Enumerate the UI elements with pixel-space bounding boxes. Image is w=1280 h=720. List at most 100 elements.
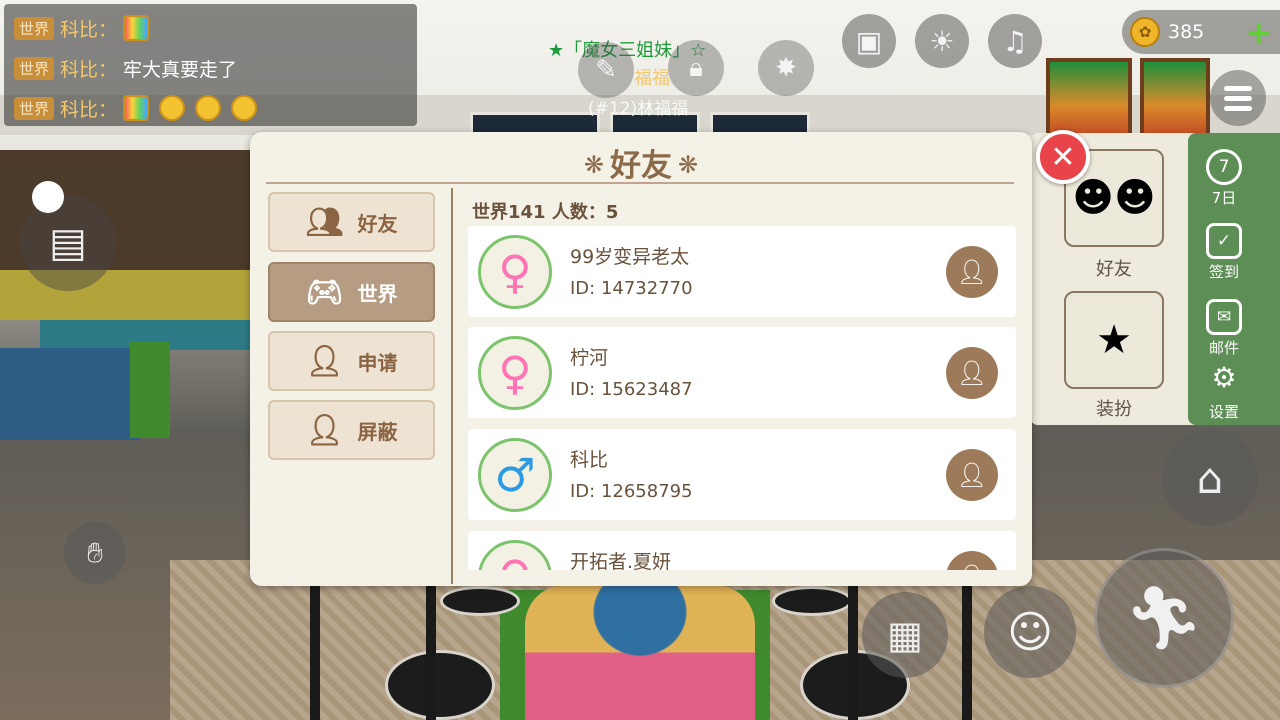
player-id: ID: 14732770 (570, 278, 693, 299)
tab-blocked[interactable]: 👤︎ 屏蔽 (268, 400, 435, 460)
add-friend-icon[interactable]: 👤︎ (946, 347, 998, 399)
chat-channel-tag: 世界 (14, 96, 55, 120)
laugh-emoji-icon (195, 95, 222, 121)
friends-tile-label: 好友 (1096, 259, 1132, 280)
joystick-handle[interactable] (32, 181, 64, 213)
gear-icon: ⚙ (1211, 361, 1237, 394)
hand-icon[interactable]: ✋︎ (64, 522, 126, 584)
chat-sender: 科比： (60, 18, 118, 41)
tab-label: 世界 (357, 281, 398, 306)
tab-world[interactable]: 🎮︎ 世界 (268, 262, 435, 322)
flag-emoji-icon (123, 15, 150, 41)
player-character (525, 585, 755, 720)
laugh-emoji-icon (231, 95, 258, 121)
coin-count: 385 (1168, 21, 1205, 43)
paw-icon: ❋ (583, 151, 604, 179)
cat-emote-icon[interactable]: ☺ (984, 586, 1076, 678)
close-button[interactable]: ✕ (1036, 130, 1090, 184)
fireworks-icon[interactable]: ✸ (758, 40, 814, 96)
tab-requests[interactable]: 👤︎ 申请 (268, 331, 435, 391)
coin-icon: ✿ (1130, 17, 1160, 47)
laugh-emoji-icon (159, 95, 186, 121)
checkin-button[interactable]: ✓ 签到 (1188, 223, 1260, 282)
block (130, 342, 170, 438)
map-icon[interactable]: ▦ (862, 592, 948, 678)
menu-button[interactable] (1210, 70, 1266, 126)
side-label: 7日 (1211, 189, 1237, 207)
block (0, 348, 140, 440)
menu-bar (1224, 105, 1252, 111)
chat-line: 世界 科比： 牢大真要走了 (14, 48, 407, 88)
player-id: ID: 15623487 (570, 379, 693, 400)
gamepad-icon: 🎮︎ (305, 274, 344, 310)
jump-icon[interactable]: 🏃︎ (1094, 548, 1234, 688)
player-name: 科比 (570, 449, 609, 471)
chat-line: 世界 科比： (14, 8, 407, 48)
side-label: 设置 (1208, 403, 1239, 421)
seven-day-button[interactable]: 7 7日 (1188, 149, 1260, 208)
friends-icon: 👥︎ (305, 204, 344, 240)
pole (848, 586, 858, 720)
chat-message: 牢大真要走了 (123, 58, 238, 81)
brightness-icon[interactable]: ☀ (915, 14, 969, 68)
stool (385, 650, 495, 720)
add-friend-icon[interactable]: 👤︎ (946, 449, 998, 501)
list-item[interactable]: ♂ 科比 ID: 12658795 👤︎ (468, 429, 1016, 520)
camera-icon[interactable]: ▣ (842, 14, 896, 68)
female-icon: ♀ (478, 540, 552, 570)
tab-label: 申请 (357, 350, 398, 375)
list-item[interactable]: ♀ 柠河 ID: 15623487 👤︎ (468, 327, 1016, 418)
female-icon: ♀ (478, 235, 552, 309)
title-divider (266, 182, 1014, 184)
stool (440, 586, 520, 616)
chat-panel[interactable]: 世界 科比： 世界 科比： 牢大真要走了 世界 科比： (4, 4, 417, 126)
player-name: 99岁变异老太 (570, 246, 690, 268)
pole (962, 586, 972, 720)
music-icon[interactable]: ♫ (988, 14, 1042, 68)
add-request-icon: 👤︎ (305, 343, 344, 379)
painting (1140, 58, 1210, 138)
world-info: 世界141 人数：5 (472, 202, 619, 223)
chat-channel-tag: 世界 (14, 56, 55, 80)
menu-bar (1224, 95, 1252, 101)
add-coins-icon[interactable]: + (1245, 13, 1272, 51)
backpack-icon[interactable]: ⌂ (1162, 430, 1258, 526)
player-list[interactable]: ♀ 99岁变异老太 ID: 14732770 👤︎ ♀ 柠河 ID: 15623… (468, 224, 1016, 570)
lock-icon[interactable]: 🔒︎ (668, 40, 724, 96)
task-icon[interactable]: ▤ (20, 195, 116, 291)
player-name: 开拓者.夏妍 (570, 551, 672, 570)
mail-button[interactable]: ✉ 邮件 (1188, 299, 1260, 358)
player-name: 柠河 (570, 347, 609, 369)
menu-bar (1224, 85, 1252, 91)
male-icon: ♂ (478, 438, 552, 512)
dressup-tile[interactable]: ★ (1064, 291, 1164, 389)
mail-icon: ✉ (1206, 299, 1242, 335)
female-icon: ♀ (478, 336, 552, 410)
dialog-title: ❋ 好友 ❋ (250, 140, 1032, 185)
chat-sender: 科比： (60, 58, 118, 81)
block-icon: 👤︎ (305, 412, 344, 448)
checkin-icon: ✓ (1206, 223, 1242, 259)
list-item[interactable]: ♀ 开拓者.夏妍 👤︎ (468, 531, 1016, 570)
chat-channel-tag: 世界 (14, 16, 55, 40)
pole (426, 586, 436, 720)
chat-sender: 科比： (60, 98, 118, 121)
tab-label: 屏蔽 (357, 419, 398, 444)
player-name: 福福 (634, 68, 670, 89)
edit-icon[interactable]: ✎ (578, 42, 634, 98)
add-friend-icon[interactable]: 👤︎ (946, 551, 998, 570)
painting (1046, 58, 1132, 138)
add-friend-icon[interactable]: 👤︎ (946, 246, 998, 298)
nav-divider (451, 188, 453, 584)
pole (310, 586, 320, 720)
tab-friends[interactable]: 👥︎ 好友 (268, 192, 435, 252)
side-label: 邮件 (1208, 339, 1239, 357)
settings-button[interactable]: ⚙ 设置 (1188, 363, 1260, 422)
calendar-7-icon: 7 (1206, 149, 1242, 185)
player-tag: (#12)林福福 (588, 99, 689, 119)
chat-line: 世界 科比： (14, 88, 407, 128)
dressup-tile-label: 装扮 (1096, 399, 1132, 420)
dialog-title-text: 好友 (610, 148, 672, 184)
list-item[interactable]: ♀ 99岁变异老太 ID: 14732770 👤︎ (468, 226, 1016, 317)
friends-dialog: ❋ 好友 ❋ 👥︎ 好友 🎮︎ 世界 👤︎ 申请 👤︎ 屏蔽 世界141 人数：5 … (250, 132, 1032, 586)
